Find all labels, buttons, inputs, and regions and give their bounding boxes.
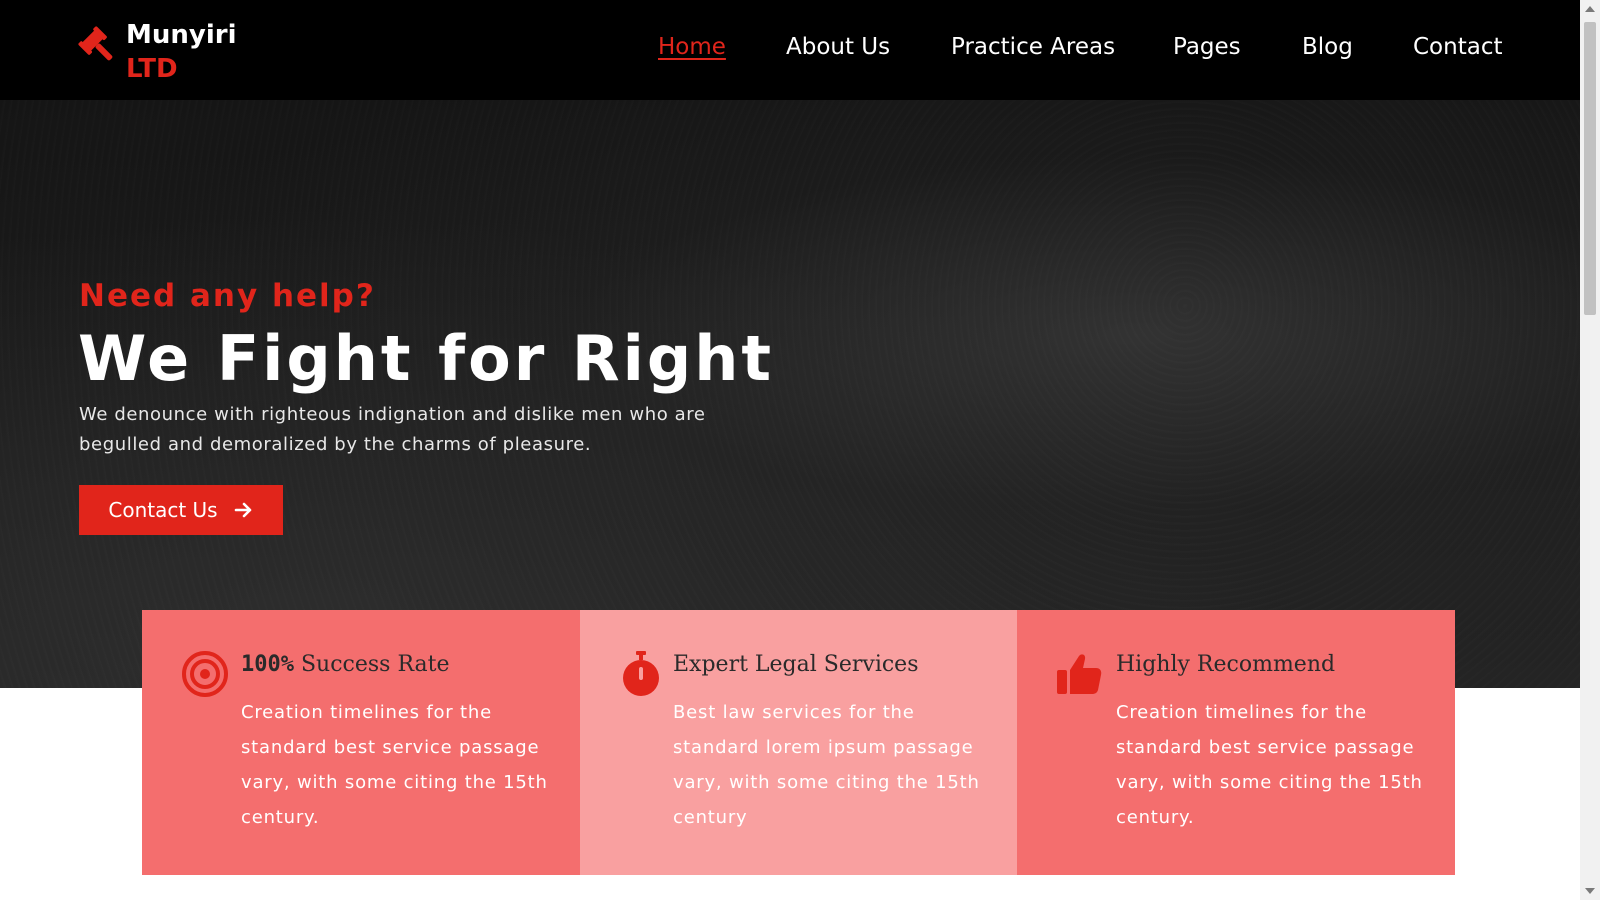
feature-description: Best law services for the standard lorem… — [673, 702, 980, 828]
hero-eyebrow: Need any help? — [79, 278, 376, 314]
stopwatch-icon — [623, 651, 659, 696]
page-scrollbar[interactable] — [1580, 0, 1600, 900]
main-nav: Home About Us Practice Areas Pages Blog … — [0, 34, 1580, 70]
feature-title-prefix: 100% — [241, 652, 294, 677]
nav-practice-areas[interactable]: Practice Areas — [951, 34, 1115, 60]
hero-title: We Fight for Right — [78, 322, 775, 395]
scroll-up-arrow[interactable] — [1585, 6, 1595, 12]
thumbs-up-icon — [1057, 654, 1102, 694]
feature-card-success-rate: 100% Success Rate Creation timelines for… — [142, 610, 580, 875]
nav-blog[interactable]: Blog — [1302, 34, 1353, 60]
feature-description: Creation timelines for the standard best… — [1116, 702, 1423, 828]
nav-home[interactable]: Home — [658, 34, 726, 60]
hero-description: We denounce with righteous indignation a… — [79, 404, 706, 455]
target-icon — [182, 651, 228, 697]
features-row: 100% Success Rate Creation timelines for… — [142, 610, 1455, 875]
scrollbar-thumb[interactable] — [1584, 22, 1596, 315]
nav-pages[interactable]: Pages — [1173, 34, 1241, 60]
nav-about-us[interactable]: About Us — [786, 34, 890, 60]
site-header: Munyiri LTD Home About Us Practice Areas… — [0, 0, 1580, 100]
nav-contact[interactable]: Contact — [1413, 34, 1502, 60]
contact-us-button-label: Contact Us — [108, 498, 218, 522]
feature-description: Creation timelines for the standard best… — [241, 702, 548, 828]
scroll-down-arrow[interactable] — [1585, 888, 1595, 894]
feature-card-highly-recommend: Highly Recommend Creation timelines for … — [1017, 610, 1455, 875]
hero-section: Need any help? We Fight for Right We den… — [0, 100, 1580, 688]
contact-us-button[interactable]: Contact Us — [79, 485, 283, 535]
feature-title-text: Success Rate — [293, 652, 450, 677]
arrow-right-icon — [234, 502, 251, 518]
feature-title: Expert Legal Services — [673, 652, 919, 677]
feature-card-expert-legal: Expert Legal Services Best law services … — [580, 610, 1017, 875]
feature-title: 100% Success Rate — [241, 652, 450, 677]
feature-title: Highly Recommend — [1116, 652, 1336, 677]
